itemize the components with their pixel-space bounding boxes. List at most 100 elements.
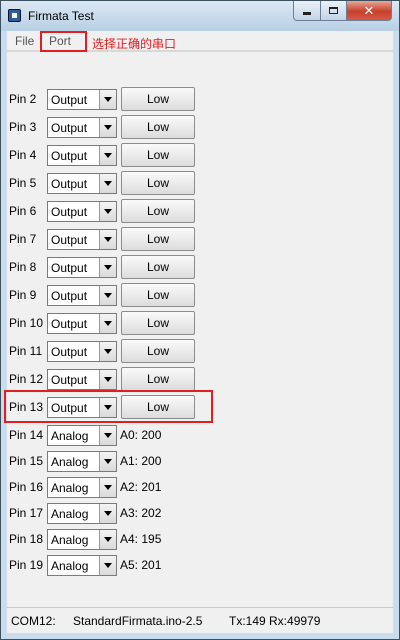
pin-toggle-button[interactable]: Low [121,143,195,167]
pin-mode-select[interactable]: Analog [47,425,117,446]
close-icon: ✕ [363,2,375,18]
pin-toggle-button[interactable]: Low [121,255,195,279]
digital-pin-row: Pin 9 Output Low [7,282,393,308]
pin-toggle-button[interactable]: Low [121,171,195,195]
pin-mode-select[interactable]: Output [47,145,117,166]
pin-toggle-button[interactable]: Low [121,311,195,335]
pin-label: Pin 16 [9,480,44,494]
dropdown-arrow-icon[interactable] [99,342,116,361]
pin-mode-select[interactable]: Analog [47,503,117,524]
pin-mode-select[interactable]: Output [47,285,117,306]
pin-label: Pin 12 [9,372,44,386]
pin-toggle-button[interactable]: Low [121,227,195,251]
port-annotation: 选择正确的串口 [92,37,177,51]
digital-pin-row: Pin 12 Output Low [7,366,393,392]
dropdown-arrow-icon[interactable] [99,286,116,305]
pin-toggle-button[interactable]: Low [121,87,195,111]
pin-mode-select[interactable]: Output [47,201,117,222]
menu-file[interactable]: File [15,34,34,48]
pin-mode-select[interactable]: Output [47,89,117,110]
pin-mode-select[interactable]: Analog [47,555,117,576]
pin-label: Pin 5 [9,176,37,190]
pin-mode-value: Output [51,233,88,247]
dropdown-arrow-icon[interactable] [99,314,116,333]
analog-reading: A3: 202 [120,506,162,520]
analog-pin-row: Pin 15 Analog A1: 200 [7,448,393,474]
dropdown-arrow-icon[interactable] [99,556,116,575]
pin-label: Pin 17 [9,506,44,520]
digital-pin-row: Pin 3 Output Low [7,114,393,140]
minimize-button[interactable] [293,1,321,21]
pin-panel: Pin 2 Output Low Pin 3 Output Low Pin 4 Output L… [7,52,393,607]
pin-mode-select[interactable]: Analog [47,477,117,498]
pin-mode-select[interactable]: Output [47,341,117,362]
pin-mode-select[interactable]: Output [47,313,117,334]
pin-label: Pin 8 [9,260,37,274]
status-traffic: Tx:149 Rx:49979 [229,614,321,628]
pin-toggle-button[interactable]: Low [121,199,195,223]
pin-label: Pin 3 [9,120,37,134]
dropdown-arrow-icon[interactable] [99,478,116,497]
pin-mode-select[interactable]: Output [47,369,117,390]
pin-mode-value: Analog [51,455,89,469]
pin-mode-value: Analog [51,533,89,547]
dropdown-arrow-icon[interactable] [99,174,116,193]
dropdown-arrow-icon[interactable] [99,118,116,137]
pin-mode-value: Analog [51,507,89,521]
analog-reading: A1: 200 [120,454,162,468]
digital-pin-row: Pin 7 Output Low [7,226,393,252]
pin-toggle-button[interactable]: Low [121,367,195,391]
pin-label: Pin 19 [9,558,44,572]
dropdown-arrow-icon[interactable] [99,146,116,165]
pin-mode-select[interactable]: Output [47,229,117,250]
pin-label: Pin 10 [9,316,44,330]
pin-label: Pin 2 [9,92,37,106]
dropdown-arrow-icon[interactable] [99,258,116,277]
dropdown-arrow-icon[interactable] [99,90,116,109]
dropdown-arrow-icon[interactable] [99,504,116,523]
pin-label: Pin 15 [9,454,44,468]
maximize-button[interactable] [320,1,347,21]
pin-mode-select[interactable]: Output [47,173,117,194]
status-firmware: StandardFirmata.ino-2.5 [73,614,203,628]
status-bar: COM12: StandardFirmata.ino-2.5 Tx:149 Rx… [7,607,393,633]
dropdown-arrow-icon[interactable] [99,530,116,549]
digital-pin-row: Pin 2 Output Low [7,86,393,112]
pin-mode-select[interactable]: Analog [47,529,117,550]
pin-mode-select[interactable]: Analog [47,451,117,472]
minimize-icon [303,12,311,15]
dropdown-arrow-icon[interactable] [99,370,116,389]
digital-pin-row: Pin 6 Output Low [7,198,393,224]
dropdown-arrow-icon[interactable] [99,202,116,221]
pin-label: Pin 9 [9,288,37,302]
dropdown-arrow-icon[interactable] [99,426,116,445]
pin-mode-value: Output [51,373,88,387]
pin-toggle-button[interactable]: Low [121,339,195,363]
pin-mode-value: Output [51,317,88,331]
analog-pin-row: Pin 16 Analog A2: 201 [7,474,393,500]
analog-reading: A0: 200 [120,428,162,442]
pin-mode-value: Output [51,345,88,359]
digital-pin-row: Pin 8 Output Low [7,254,393,280]
analog-reading: A2: 201 [120,480,162,494]
pin-mode-select[interactable]: Output [47,117,117,138]
pin-label: Pin 4 [9,148,37,162]
pin-toggle-button[interactable]: Low [121,115,195,139]
analog-pin-row: Pin 19 Analog A5: 201 [7,552,393,578]
pin-toggle-button[interactable]: Low [121,283,195,307]
pin-mode-value: Output [51,93,88,107]
pin-mode-select[interactable]: Output [47,257,117,278]
status-port: COM12: [11,614,56,628]
pin-mode-value: Output [51,205,88,219]
close-button[interactable]: ✕ [346,1,392,21]
pin-label: Pin 18 [9,532,44,546]
analog-reading: A5: 201 [120,558,162,572]
window-title: Firmata Test [28,9,94,23]
dropdown-arrow-icon[interactable] [99,452,116,471]
dropdown-arrow-icon[interactable] [99,230,116,249]
digital-pin-row: Pin 11 Output Low [7,338,393,364]
pin-mode-value: Output [51,149,88,163]
digital-pin-row: Pin 5 Output Low [7,170,393,196]
pin-label: Pin 6 [9,204,37,218]
analog-pin-row: Pin 18 Analog A4: 195 [7,526,393,552]
